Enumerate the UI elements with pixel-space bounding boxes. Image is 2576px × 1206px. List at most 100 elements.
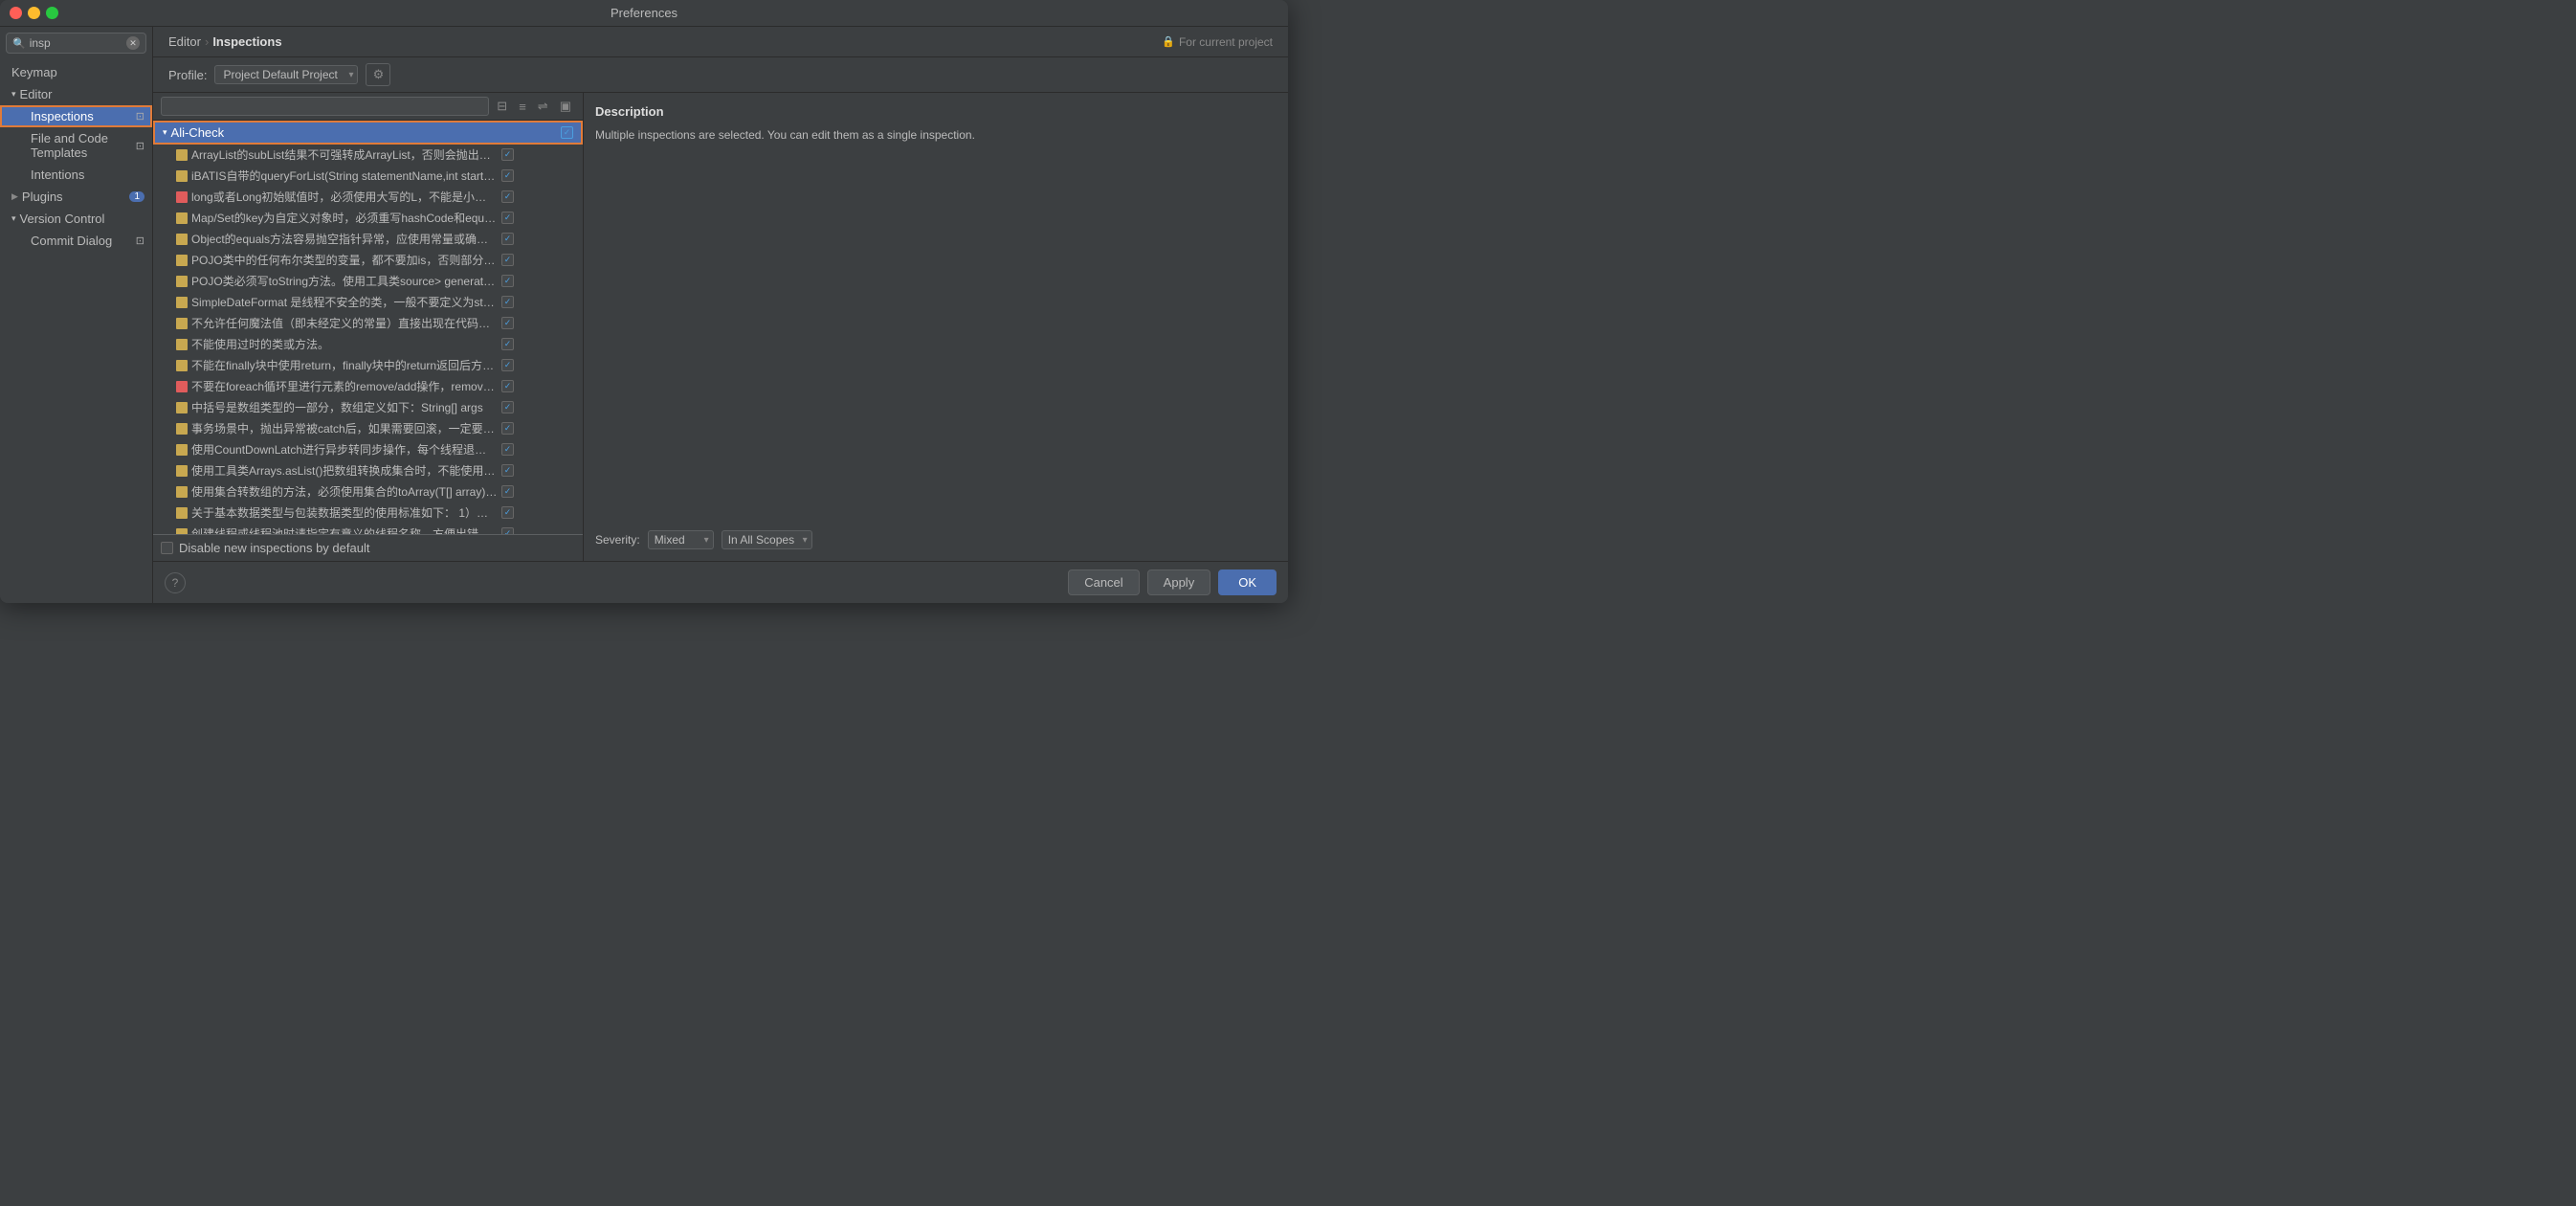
sidebar-search-input[interactable]: insp: [30, 36, 122, 50]
sidebar-item-file-code-templates[interactable]: File and Code Templates ⊡: [0, 127, 152, 164]
tree-item[interactable]: POJO类必须写toString方法。使用工具类source> generate…: [153, 271, 583, 292]
breadcrumb-current: Inspections: [212, 34, 281, 49]
sidebar-copy-icon: ⊡: [136, 110, 144, 123]
item-checkbox[interactable]: [501, 359, 514, 371]
maximize-button[interactable]: [46, 7, 58, 19]
item-checkbox[interactable]: [501, 380, 514, 392]
item-checkbox[interactable]: [501, 464, 514, 477]
item-text: 不要在foreach循环里进行元素的remove/add操作，remove元素请…: [191, 378, 498, 394]
tree-item[interactable]: 创建线程或线程池时请指定有意义的线程名称，方便出错时回溯。创建线程 www.j3…: [153, 524, 583, 534]
tree-item[interactable]: 关于基本数据类型与包装数据类型的使用标准如下： 1）所有的POJO类: [153, 502, 583, 524]
tree-item[interactable]: long或者Long初始赋值时，必须使用大写的L，不能是小写的l，小写容易: [153, 187, 583, 208]
group-button[interactable]: ▣: [556, 97, 575, 116]
item-checkbox[interactable]: [501, 296, 514, 308]
gear-button[interactable]: ⚙: [366, 63, 390, 86]
severity-color: [176, 170, 188, 182]
item-checkbox[interactable]: [501, 190, 514, 203]
sidebar-copy-icon-3: ⊡: [136, 234, 144, 247]
sidebar-item-label: Keymap: [11, 65, 57, 79]
disable-bar: Disable new inspections by default: [153, 534, 583, 561]
item-text: iBATIS自带的queryForList(String statementNa…: [191, 168, 498, 184]
item-checkbox[interactable]: [501, 233, 514, 245]
sidebar-search-box[interactable]: 🔍 insp ✕: [6, 33, 146, 54]
tree-item[interactable]: 使用集合转数组的方法，必须使用集合的toArray(T[] array)，传入的…: [153, 481, 583, 502]
scope-select-wrapper[interactable]: In All Scopes: [722, 530, 812, 549]
tree-item[interactable]: iBATIS自带的queryForList(String statementNa…: [153, 166, 583, 187]
profile-row: Profile: Project Default Project ⚙: [153, 57, 1288, 93]
item-checkbox[interactable]: [501, 338, 514, 350]
severity-color: [176, 381, 188, 392]
tree-item[interactable]: Map/Set的key为自定义对象时，必须重写hashCode和equals。: [153, 208, 583, 229]
tree-item[interactable]: SimpleDateFormat 是线程不安全的类，一般不要定义为static变…: [153, 292, 583, 313]
item-checkbox[interactable]: [501, 401, 514, 413]
item-checkbox[interactable]: [501, 169, 514, 182]
sidebar-item-inspections[interactable]: Inspections ⊡: [0, 105, 152, 127]
item-checkbox[interactable]: [501, 275, 514, 287]
sidebar-item-label: Inspections: [31, 109, 94, 123]
item-checkbox[interactable]: [501, 212, 514, 224]
search-icon: 🔍: [12, 37, 26, 50]
cancel-button[interactable]: Cancel: [1068, 570, 1139, 595]
tree-item[interactable]: 中括号是数组类型的一部分，数组定义如下：String[] args: [153, 397, 583, 418]
filter-button[interactable]: ⊟: [493, 97, 511, 116]
severity-color: [176, 465, 188, 477]
item-text: 不能在finally块中使用return，finally块中的return返回后…: [191, 357, 498, 373]
tree-item[interactable]: 不能使用过时的类或方法。: [153, 334, 583, 355]
expand-all-button[interactable]: ≡: [515, 98, 530, 116]
close-button[interactable]: [10, 7, 22, 19]
sidebar-item-commit-dialog[interactable]: Commit Dialog ⊡: [0, 230, 152, 252]
profile-select-wrapper[interactable]: Project Default Project: [214, 65, 358, 84]
severity-select[interactable]: Mixed Error Warning Info: [648, 530, 714, 549]
collapse-all-button[interactable]: ⇌: [534, 97, 552, 116]
sidebar-nav: Keymap ▾ Editor Inspections ⊡ File and C…: [0, 61, 152, 252]
sidebar-item-intentions[interactable]: Intentions: [0, 164, 152, 186]
scope-select[interactable]: In All Scopes: [722, 530, 812, 549]
minimize-button[interactable]: [28, 7, 40, 19]
for-project-label: 🔒 For current project: [1162, 35, 1273, 49]
tree-item[interactable]: 事务场景中，抛出异常被catch后，如果需要回滚，一定要手动回滚事务。: [153, 418, 583, 439]
tree-item[interactable]: 不能在finally块中使用return，finally块中的return返回后…: [153, 355, 583, 376]
inspections-search-input[interactable]: [161, 97, 489, 116]
tree-item[interactable]: 不要在foreach循环里进行元素的remove/add操作，remove元素请…: [153, 376, 583, 397]
tree-item[interactable]: ArrayList的subList结果不可强转成ArrayList，否则会抛出C…: [153, 145, 583, 166]
inspections-tree[interactable]: ▾ Ali-Check ArrayList的subList结果不可强转成Arra…: [153, 121, 583, 534]
description-title: Description: [595, 104, 1277, 119]
item-checkbox[interactable]: [501, 148, 514, 161]
item-checkbox[interactable]: [501, 254, 514, 266]
search-clear-button[interactable]: ✕: [126, 36, 140, 50]
tree-item[interactable]: 不允许任何魔法值（即未经定义的常量）直接出现在代码中。: [153, 313, 583, 334]
severity-color: [176, 486, 188, 498]
severity-color: [176, 191, 188, 203]
profile-select[interactable]: Project Default Project: [214, 65, 358, 84]
window-controls: [10, 7, 58, 19]
ok-button[interactable]: OK: [1218, 570, 1277, 595]
severity-color: [176, 318, 188, 329]
sidebar-item-editor[interactable]: ▾ Editor: [0, 83, 152, 105]
sidebar-item-plugins[interactable]: ▶ Plugins 1: [0, 186, 152, 208]
sidebar-item-keymap[interactable]: Keymap: [0, 61, 152, 83]
help-button[interactable]: ?: [165, 572, 186, 593]
item-checkbox[interactable]: [501, 527, 514, 534]
item-checkbox[interactable]: [501, 422, 514, 435]
sidebar-item-version-control[interactable]: ▾ Version Control: [0, 208, 152, 230]
group-checkbox[interactable]: [561, 126, 573, 139]
tree-item[interactable]: 使用工具类Arrays.asList()把数组转换成集合时，不能使用其修改集合相…: [153, 460, 583, 481]
item-checkbox[interactable]: [501, 317, 514, 329]
item-checkbox[interactable]: [501, 485, 514, 498]
item-checkbox[interactable]: [501, 506, 514, 519]
ali-check-group-header[interactable]: ▾ Ali-Check: [153, 121, 583, 145]
item-text: POJO类中的任何布尔类型的变量，都不要加is，否则部分框架解析会引起: [191, 252, 498, 268]
tree-item[interactable]: 使用CountDownLatch进行异步转同步操作，每个线程退出前必须调用cou: [153, 439, 583, 460]
tree-item[interactable]: POJO类中的任何布尔类型的变量，都不要加is，否则部分框架解析会引起: [153, 250, 583, 271]
apply-button[interactable]: Apply: [1147, 570, 1211, 595]
tree-item[interactable]: Object的equals方法容易抛空指针异常，应使用常量或确定有值的对象来: [153, 229, 583, 250]
disable-checkbox[interactable]: [161, 542, 173, 554]
severity-row: Severity: Mixed Error Warning Info I: [595, 523, 1277, 549]
item-text: 使用集合转数组的方法，必须使用集合的toArray(T[] array)，传入的…: [191, 483, 498, 500]
item-checkbox[interactable]: [501, 443, 514, 456]
sidebar-copy-icon-2: ⊡: [136, 140, 144, 152]
severity-label: Severity:: [595, 533, 640, 547]
preferences-window: Preferences 🔍 insp ✕ Keymap ▾ Editor Ins…: [0, 0, 1288, 603]
severity-color: [176, 360, 188, 371]
severity-select-wrapper[interactable]: Mixed Error Warning Info: [648, 530, 714, 549]
